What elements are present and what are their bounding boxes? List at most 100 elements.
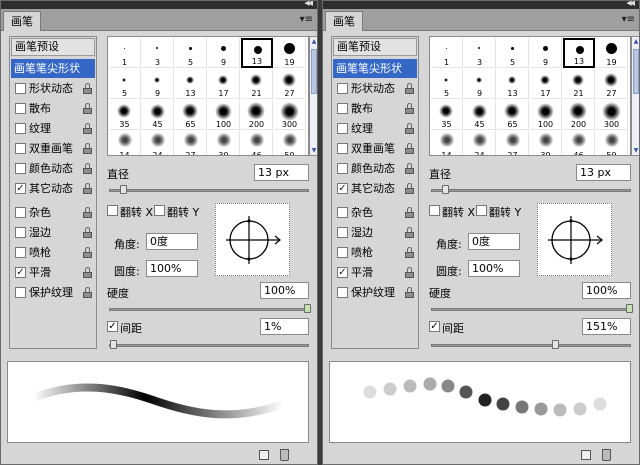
option-4[interactable]: 双重画笔: [11, 139, 95, 158]
option-checkbox[interactable]: [15, 143, 26, 154]
option-0[interactable]: 画笔笔尖形状: [333, 59, 417, 78]
brush-tip-23[interactable]: 59: [274, 131, 306, 155]
angle-field[interactable]: 0度: [146, 233, 198, 250]
tab-brush[interactable]: 画笔: [3, 11, 41, 31]
roundness-field[interactable]: 100%: [468, 260, 520, 277]
brush-tip-8[interactable]: 13: [175, 69, 207, 99]
option-checkbox[interactable]: [15, 287, 26, 298]
option-checkbox[interactable]: [337, 227, 348, 238]
collapse-icon[interactable]: ◀◀: [304, 1, 313, 7]
brush-tip-grid[interactable]: 1 3 5 9 13 19 5 9 13 17 21 27 35 45 65 100 200 300 14 24 27 3…: [429, 36, 631, 156]
option-9[interactable]: 喷枪: [333, 243, 417, 262]
hardness-slider-thumb[interactable]: [304, 304, 311, 313]
brush-tip-12[interactable]: 35: [109, 100, 141, 130]
lock-icon[interactable]: [83, 183, 92, 194]
flip-y-checkbox[interactable]: [476, 205, 487, 216]
grid-scrollbar[interactable]: ▲ ▼: [309, 36, 317, 156]
option-0[interactable]: 画笔笔尖形状: [11, 59, 95, 78]
hardness-field[interactable]: 100%: [260, 282, 309, 299]
lock-icon[interactable]: [83, 227, 92, 238]
brush-tip-16[interactable]: 200: [563, 100, 595, 130]
diameter-slider-thumb[interactable]: [441, 185, 449, 194]
option-7[interactable]: 杂色: [11, 203, 95, 222]
diameter-slider-thumb[interactable]: [119, 185, 127, 194]
diameter-field[interactable]: 13 px: [576, 164, 631, 181]
brush-angle-preview[interactable]: [215, 203, 290, 276]
trash-icon[interactable]: [602, 449, 611, 461]
lock-icon[interactable]: [83, 123, 92, 134]
lock-icon[interactable]: [405, 287, 414, 298]
brush-tip-10[interactable]: 21: [563, 69, 595, 99]
option-checkbox[interactable]: ✓: [15, 183, 26, 194]
brush-tip-20[interactable]: 27: [175, 131, 207, 155]
brush-tip-1[interactable]: 3: [142, 38, 174, 68]
angle-field[interactable]: 0度: [468, 233, 520, 250]
brush-tip-6[interactable]: 5: [109, 69, 141, 99]
hardness-slider-thumb[interactable]: [626, 304, 633, 313]
brush-tip-16[interactable]: 200: [241, 100, 273, 130]
brush-tip-10[interactable]: 21: [241, 69, 273, 99]
brush-tip-19[interactable]: 24: [142, 131, 174, 155]
brush-tip-11[interactable]: 27: [274, 69, 306, 99]
lock-icon[interactable]: [405, 183, 414, 194]
lock-icon[interactable]: [405, 247, 414, 258]
brush-tip-4[interactable]: 13: [563, 38, 595, 68]
brush-tip-6[interactable]: 5: [431, 69, 463, 99]
new-preset-icon[interactable]: [581, 450, 591, 460]
diameter-slider[interactable]: [109, 185, 309, 194]
brush-tip-19[interactable]: 24: [464, 131, 496, 155]
option-8[interactable]: 湿边: [333, 223, 417, 242]
brush-tip-18[interactable]: 14: [109, 131, 141, 155]
brush-tip-13[interactable]: 45: [464, 100, 496, 130]
brush-tip-1[interactable]: 3: [464, 38, 496, 68]
option-checkbox[interactable]: [15, 227, 26, 238]
flip-x-checkbox[interactable]: [107, 205, 118, 216]
lock-icon[interactable]: [405, 123, 414, 134]
brush-tip-22[interactable]: 46: [241, 131, 273, 155]
panel-menu-icon[interactable]: ▾≡: [622, 14, 635, 25]
lock-icon[interactable]: [405, 227, 414, 238]
option-checkbox[interactable]: [15, 123, 26, 134]
lock-icon[interactable]: [83, 247, 92, 258]
scroll-thumb[interactable]: [311, 49, 317, 94]
brush-tip-7[interactable]: 9: [142, 69, 174, 99]
brush-tip-17[interactable]: 300: [596, 100, 628, 130]
flip-y-checkbox[interactable]: [154, 205, 165, 216]
brush-presets-button[interactable]: 画笔预设: [333, 38, 417, 56]
lock-icon[interactable]: [405, 103, 414, 114]
tab-brush[interactable]: 画笔: [325, 11, 363, 31]
lock-icon[interactable]: [405, 267, 414, 278]
brush-tip-2[interactable]: 5: [497, 38, 529, 68]
scroll-down-icon[interactable]: ▼: [632, 147, 639, 154]
brush-tip-21[interactable]: 39: [208, 131, 240, 155]
option-checkbox[interactable]: [15, 83, 26, 94]
scroll-thumb[interactable]: [633, 49, 639, 94]
option-6[interactable]: ✓ 其它动态: [11, 179, 95, 198]
lock-icon[interactable]: [83, 267, 92, 278]
brush-tip-7[interactable]: 9: [464, 69, 496, 99]
panel-menu-icon[interactable]: ▾≡: [300, 14, 313, 25]
brush-tip-0[interactable]: 1: [431, 38, 463, 68]
new-preset-icon[interactable]: [259, 450, 269, 460]
brush-tip-15[interactable]: 100: [530, 100, 562, 130]
option-checkbox[interactable]: [337, 287, 348, 298]
brush-tip-8[interactable]: 13: [497, 69, 529, 99]
brush-tip-9[interactable]: 17: [208, 69, 240, 99]
diameter-field[interactable]: 13 px: [254, 164, 309, 181]
brush-tip-23[interactable]: 59: [596, 131, 628, 155]
option-2[interactable]: 散布: [333, 99, 417, 118]
option-checkbox[interactable]: [337, 247, 348, 258]
lock-icon[interactable]: [405, 143, 414, 154]
brush-tip-0[interactable]: 1: [109, 38, 141, 68]
brush-tip-15[interactable]: 100: [208, 100, 240, 130]
brush-tip-22[interactable]: 46: [563, 131, 595, 155]
option-checkbox[interactable]: [337, 163, 348, 174]
option-checkbox[interactable]: [337, 207, 348, 218]
option-checkbox[interactable]: [337, 83, 348, 94]
lock-icon[interactable]: [83, 287, 92, 298]
brush-tip-4[interactable]: 13: [241, 38, 273, 68]
option-1[interactable]: 形状动态: [11, 79, 95, 98]
brush-tip-3[interactable]: 9: [208, 38, 240, 68]
grid-scrollbar[interactable]: ▲ ▼: [631, 36, 639, 156]
option-3[interactable]: 纹理: [333, 119, 417, 138]
